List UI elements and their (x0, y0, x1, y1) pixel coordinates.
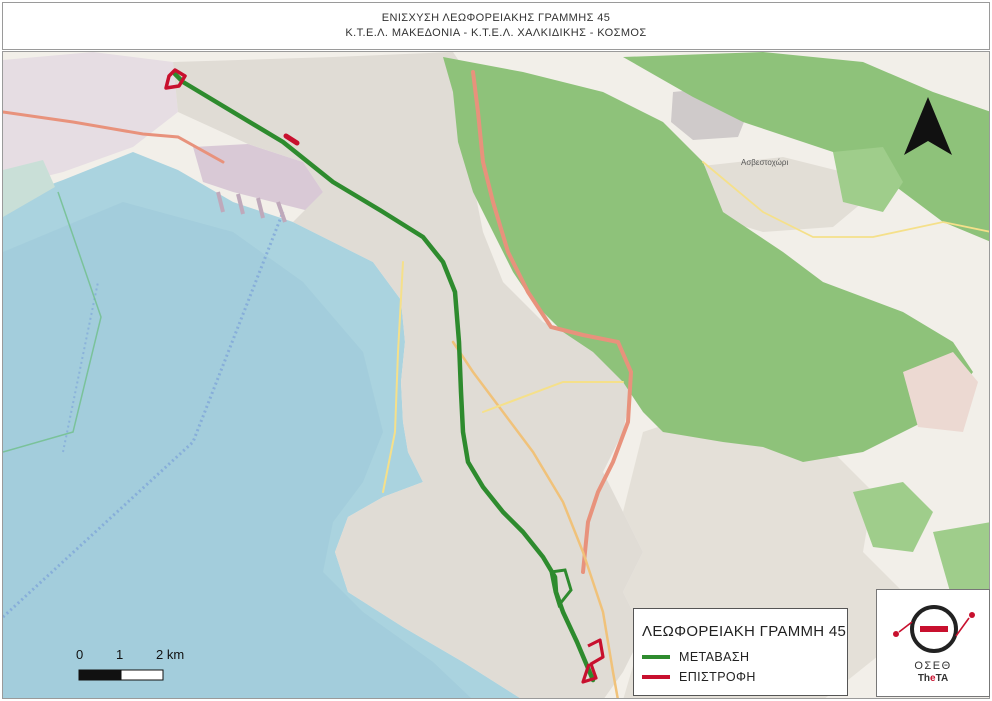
legend-swatch-return (642, 675, 670, 679)
oseth-logo: ΟΣΕΘ TheTA (876, 589, 990, 697)
legend-title: ΛΕΩΦΟΡΕΙΑΚΗ ΓΡΑΜΜΗ 45 (642, 623, 847, 640)
logo-subtitle: TheTA (917, 673, 949, 684)
map-subtitle: Κ.Τ.Ε.Λ. ΜΑΚΕΔΟΝΙΑ - Κ.Τ.Ε.Λ. ΧΑΛΚΙΔΙΚΗΣ… (345, 27, 647, 39)
north-arrow-icon (904, 97, 952, 155)
legend-item-outbound: ΜΕΤΑΒΑΣΗ (642, 647, 847, 667)
legend-label-return: ΕΠΙΣΤΡΟΦΗ (679, 670, 756, 684)
logo-name: ΟΣΕΘ (914, 660, 952, 672)
map-legend: ΛΕΩΦΟΡΕΙΑΚΗ ΓΡΑΜΜΗ 45 ΜΕΤΑΒΑΣΗ ΕΠΙΣΤΡΟΦΗ (633, 608, 848, 696)
map-canvas[interactable]: Ασβεστοχώρι (2, 51, 990, 699)
legend-label-outbound: ΜΕΤΑΒΑΣΗ (679, 650, 750, 664)
place-label-asvestochori: Ασβεστοχώρι (741, 158, 788, 167)
legend-item-return: ΕΠΙΣΤΡΟΦΗ (642, 667, 847, 687)
map-title: ΕΝΙΣΧΥΣΗ ΛΕΩΦΟΡΕΙΑΚΗΣ ΓΡΑΜΜΗΣ 45 (381, 12, 611, 24)
map-svg: Ασβεστοχώρι (3, 52, 989, 698)
scale-bar-graphic (78, 669, 164, 681)
oseth-logo-icon (893, 605, 975, 653)
map-title-bar: ΕΝΙΣΧΥΣΗ ΛΕΩΦΟΡΕΙΑΚΗΣ ΓΡΑΜΜΗΣ 45 Κ.Τ.Ε.Λ… (2, 2, 990, 50)
scale-bar: 0 1 2 km (76, 647, 196, 687)
legend-swatch-outbound (642, 655, 670, 659)
